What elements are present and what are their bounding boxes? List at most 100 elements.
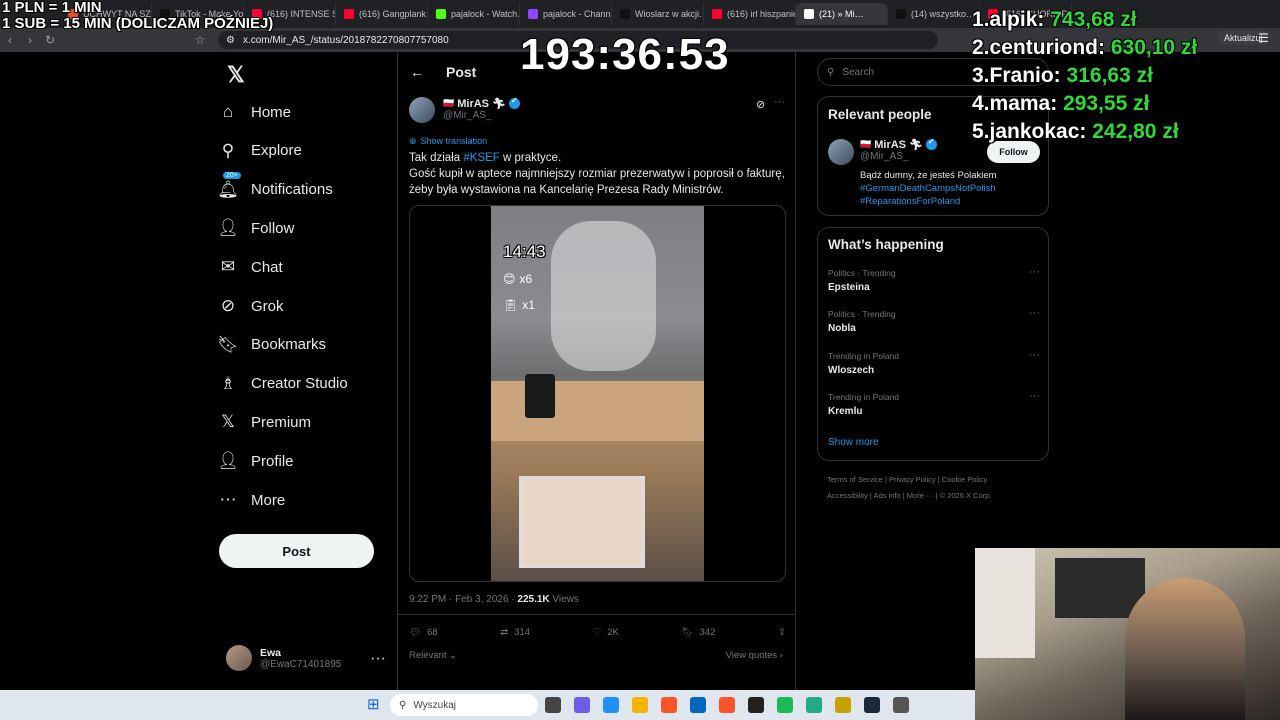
profile-icon: 👤︎ [217,451,239,471]
trend-item[interactable]: Trending in Poland Kremlu ··· [828,390,1040,417]
stream-timer: 193:36:53 [520,30,730,79]
footer-link[interactable]: Privacy Policy [889,475,936,484]
windows-start-icon[interactable]: ⊞ [367,697,383,713]
trend-item[interactable]: Politics · Trending Epsteina ··· [828,266,1040,293]
discord-icon[interactable] [574,697,590,713]
video-frame[interactable]: 14:43 😊︎ x6 📋︎ x1 [491,206,704,581]
bell-icon: 🔔︎ [217,179,239,199]
obs-icon[interactable] [748,697,764,713]
rank: 5. [972,120,990,143]
nav-item-chat[interactable]: ✉ Chat [219,253,283,281]
nav-item-creator-studio[interactable]: ♗ Creator Studio [219,370,348,398]
brave-icon[interactable] [661,697,677,713]
repost-button[interactable]: ⇄ 314 [500,627,530,638]
footer-link[interactable]: Cookie Policy [942,475,987,484]
file-explorer-icon[interactable] [632,697,648,713]
heart-icon: ♡ [592,627,602,638]
store-icon[interactable] [690,697,706,713]
nav-item-explore[interactable]: ⚲ Explore [219,137,302,165]
league-icon[interactable] [835,697,851,713]
donation-amount: 630,10 zł [1110,36,1198,59]
nav-label: Creator Studio [251,375,348,393]
browser-tab[interactable]: (616) Gangplank… [336,3,428,25]
post-author[interactable]: 🇵🇱︎MirAS🏃︎ @Mir_AS_ [409,96,520,123]
donor-name: mama: [989,92,1058,115]
hashtag-link[interactable]: #ReparationsForPoland [860,195,997,208]
browser-tab[interactable]: pajalock - Chann… [520,3,612,25]
nav-item-more[interactable]: ⋯ More [219,486,286,514]
runner-emoji-icon: 🏃︎ [492,98,506,110]
footer-link[interactable]: Ads info [874,491,901,500]
trend-item[interactable]: Trending in Poland Wloszech ··· [828,349,1040,376]
browser-tab[interactable]: pajalock - Watch… [428,3,520,25]
grok-icon: ⊘ [220,296,236,315]
steam-icon[interactable] [864,697,880,713]
footer-link[interactable]: Terms of Service [827,475,883,484]
browser-tab[interactable]: (21) » Mi… [796,3,888,25]
grok-icon[interactable]: ⊘ [756,98,765,111]
footer-link[interactable]: More ··· [907,491,934,500]
more-dots-icon[interactable]: ··· [1029,266,1040,278]
sort-dropdown[interactable]: Relevant ⌄ [409,650,457,661]
video-time-overlay: 14:43 [503,242,546,261]
author-avatar[interactable] [828,139,854,165]
nav-item-follow[interactable]: 👤︎ Follow [217,214,295,242]
taskbar-search[interactable]: ⚲ Wyszukaj [390,694,538,716]
nav-item-grok[interactable]: ⊘ Grok [219,292,284,320]
x-logo-icon: 𝕏 [221,412,235,432]
more-dots-icon[interactable]: ··· [1029,390,1040,402]
back-arrow-icon[interactable]: ← [410,64,424,80]
browser-tab[interactable]: (616) irl hiszpanie… [704,3,796,25]
more-dots-icon[interactable]: ··· [1029,307,1040,319]
nav-item-profile[interactable]: 👤︎ Profile [217,447,293,475]
calculator-icon[interactable] [893,697,909,713]
repost-icon: ⇄ [500,627,509,638]
x-logo-icon[interactable]: 𝕏 [227,62,245,88]
nav-item-notifications[interactable]: 🔔︎ Notifications 20+ [217,170,333,204]
menu-icon[interactable]: ☰ [1258,31,1269,45]
footer-link[interactable]: Accessibility [827,491,868,500]
spotify-icon[interactable] [777,697,793,713]
show-translation-link[interactable]: ⊕ Show translation [409,136,487,147]
bookmark-button[interactable]: 🔖︎ 342 [681,627,715,638]
nav-item-premium[interactable]: 𝕏 Premium [219,408,311,436]
author-avatar[interactable] [409,97,435,123]
show-more-link[interactable]: Show more [828,437,879,448]
share-button[interactable]: ⇪ [778,627,786,638]
donation-amount: 293,55 zł [1063,92,1150,115]
add-person-icon: 👤︎ [217,218,239,238]
bookmark-page-icon[interactable]: ☆ [190,33,210,47]
hashtag-link[interactable]: #GermanDeathCampsNotPolish [860,182,997,195]
post-button[interactable]: Post [219,534,374,568]
more-dots-icon[interactable]: ··· [774,96,785,108]
view-quotes-link[interactable]: View quotes › [726,650,783,661]
nav-label: Follow [251,219,295,237]
browser-tab[interactable]: Wioslarz w akcji… [612,3,704,25]
rank: 2. [972,36,990,59]
nav-item-bookmarks[interactable]: 🔖︎ Bookmarks [217,331,326,359]
trend-item[interactable]: Politics · Trending Nobla ··· [828,307,1040,334]
brave-icon[interactable] [719,697,735,713]
trend-context: Politics · Trending [828,268,896,278]
nav-item-home[interactable]: ⌂ Home [219,98,291,126]
reload-icon[interactable]: ↻ [40,33,60,47]
footer-link[interactable]: © 2026 X Corp. [940,491,992,500]
app-icon[interactable] [806,697,822,713]
forward-icon[interactable]: › [20,33,40,47]
donor-name: Franio: [989,64,1061,87]
reply-button[interactable]: 💬︎ 68 [409,627,438,638]
site-info-icon[interactable]: ⚙ [226,35,235,46]
browser-tab[interactable]: (14) wszystko… [888,3,980,25]
more-dots-icon[interactable]: ··· [1029,349,1040,361]
more-dots-icon[interactable]: ··· [370,650,386,668]
hashtag-link[interactable]: #KSEF [463,152,499,164]
copilot-icon[interactable] [603,697,619,713]
search-icon: ⚲ [221,140,235,160]
back-icon[interactable]: ‹ [0,33,20,47]
task-view-icon[interactable] [545,697,561,713]
video-player[interactable]: 14:43 😊︎ x6 📋︎ x1 [409,205,786,582]
like-button[interactable]: ♡ 2K [593,627,619,638]
counter-sign [519,476,645,568]
account-switcher[interactable]: Ewa @EwaC71401895 ··· [226,644,386,672]
divider [398,614,795,615]
